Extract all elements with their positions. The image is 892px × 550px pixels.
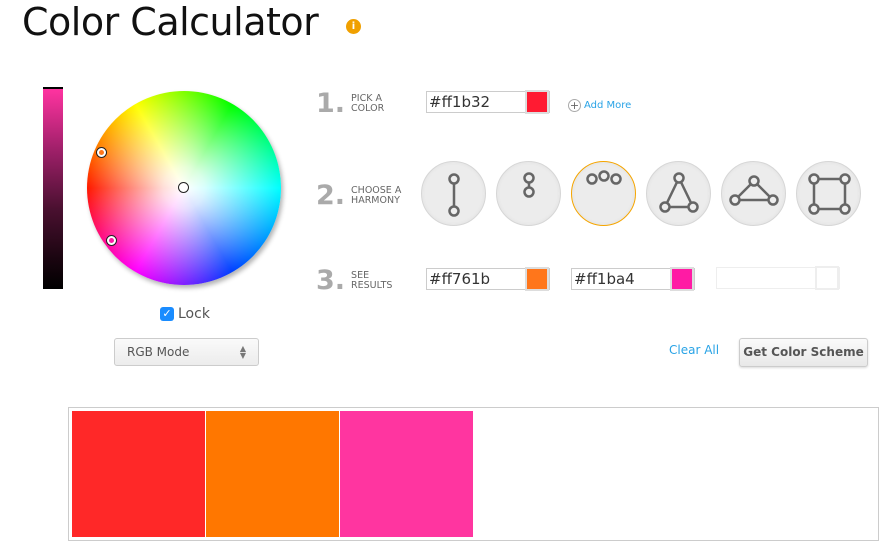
result-hex[interactable]: #ff1ba4 bbox=[572, 270, 670, 288]
wheel-handle-orange[interactable] bbox=[96, 147, 107, 158]
pick-color-swatch[interactable] bbox=[525, 89, 549, 114]
mode-select[interactable]: RGB Mode ▲ ▼ bbox=[114, 338, 259, 366]
harmony-complementary[interactable] bbox=[421, 161, 486, 226]
triadic-icon bbox=[729, 175, 779, 206]
analogous-icon bbox=[586, 170, 622, 185]
palette-swatch bbox=[206, 411, 339, 537]
step-1: 1. Pick a Color bbox=[316, 88, 384, 119]
brightness-slider[interactable] bbox=[43, 87, 63, 289]
add-more-label: Add More bbox=[584, 100, 632, 111]
step-number: 1. bbox=[316, 88, 346, 119]
wheel-handle-base[interactable] bbox=[178, 182, 189, 193]
harmony-tetradic[interactable] bbox=[796, 161, 861, 226]
harmony-triadic[interactable] bbox=[721, 161, 786, 226]
step-label: See Results bbox=[351, 269, 393, 291]
step-label: Choose a Harmony bbox=[351, 184, 402, 206]
complementary-icon bbox=[448, 173, 460, 217]
page-title: Color Calculator bbox=[22, 0, 319, 44]
step-3: 3. See Results bbox=[316, 265, 392, 296]
plus-icon: + bbox=[568, 99, 581, 112]
info-icon[interactable]: i bbox=[346, 19, 361, 34]
step-number: 2. bbox=[316, 180, 346, 211]
palette-swatch bbox=[340, 411, 473, 537]
harmony-analogous[interactable] bbox=[571, 161, 636, 226]
clear-all-link[interactable]: Clear All bbox=[669, 343, 719, 357]
result-color-3-empty[interactable] bbox=[716, 265, 840, 290]
harmony-split-complementary[interactable] bbox=[646, 161, 711, 226]
result-color-1[interactable]: #ff761b bbox=[426, 266, 550, 291]
get-color-scheme-button[interactable]: Get Color Scheme bbox=[739, 338, 868, 367]
step-2: 2. Choose a Harmony bbox=[316, 180, 401, 211]
monochromatic-icon bbox=[523, 172, 535, 198]
step-number: 3. bbox=[316, 265, 346, 296]
checkmark-icon: ✓ bbox=[160, 307, 174, 321]
pick-color-hex[interactable]: #ff1b32 bbox=[427, 93, 525, 111]
updown-arrow-icon: ▲ ▼ bbox=[239, 344, 246, 360]
result-swatch[interactable] bbox=[670, 266, 694, 291]
mode-select-value: RGB Mode bbox=[127, 345, 190, 359]
result-color-2[interactable]: #ff1ba4 bbox=[571, 266, 695, 291]
result-swatch[interactable] bbox=[525, 266, 549, 291]
color-palette bbox=[68, 407, 879, 541]
result-hex[interactable]: #ff761b bbox=[427, 270, 525, 288]
harmony-monochromatic[interactable] bbox=[496, 161, 561, 226]
palette-swatch bbox=[72, 411, 205, 537]
split-complementary-icon bbox=[659, 172, 699, 213]
add-more-button[interactable]: + Add More bbox=[568, 99, 631, 112]
result-swatch-empty[interactable] bbox=[815, 265, 839, 290]
pick-color-field[interactable]: #ff1b32 bbox=[426, 89, 550, 114]
lock-label: Lock bbox=[178, 306, 210, 322]
lock-checkbox[interactable]: ✓ Lock bbox=[160, 306, 210, 322]
wheel-handle-pink[interactable] bbox=[106, 235, 117, 246]
tetradic-icon bbox=[808, 173, 851, 215]
step-label: Pick a Color bbox=[351, 92, 385, 114]
